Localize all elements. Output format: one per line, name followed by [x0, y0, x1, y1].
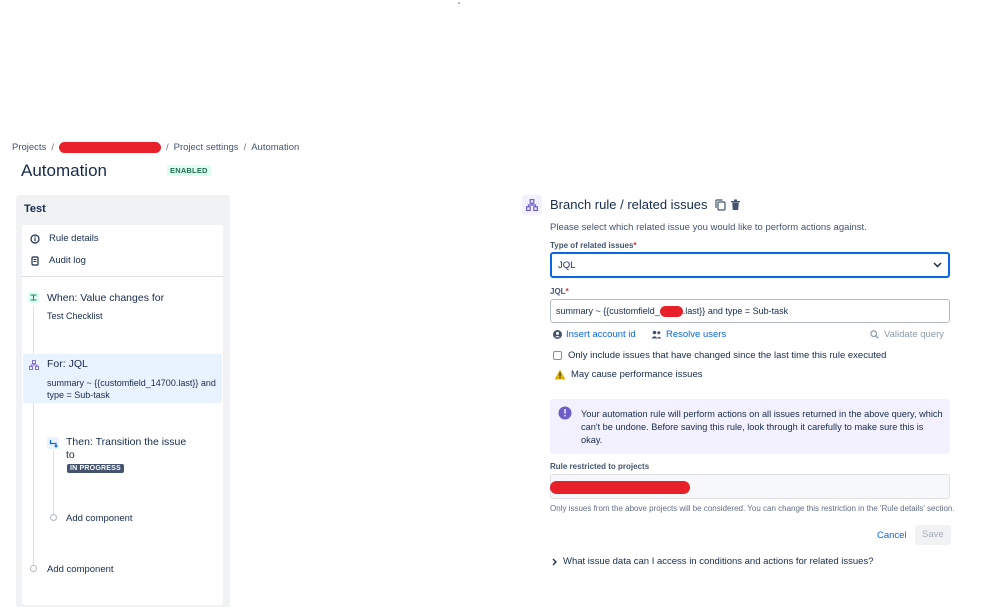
add-component-dot-inner — [50, 514, 57, 521]
rule-rail — [33, 306, 34, 568]
trigger-step-subtitle: Test Checklist — [47, 311, 103, 321]
rule-name[interactable]: Test — [24, 203, 46, 215]
warning-icon — [554, 369, 566, 380]
redacted-project-list — [550, 481, 690, 494]
cancel-button[interactable]: Cancel — [872, 527, 912, 544]
insert-account-id-label: Insert account id — [566, 329, 636, 340]
branch-panel-title: Branch rule / related issues — [550, 197, 741, 212]
validate-query-button[interactable]: Validate query — [870, 329, 944, 340]
search-icon — [870, 330, 879, 339]
branch-panel-title-text: Branch rule / related issues — [550, 197, 708, 212]
audit-log-label: Audit log — [49, 255, 86, 266]
chevron-down-icon — [933, 262, 942, 268]
info-circle-icon — [30, 233, 40, 244]
jql-prefix: summary ~ {{customfield_ — [556, 306, 660, 316]
rule-details-item[interactable]: Rule details — [30, 233, 99, 244]
add-component-inner[interactable]: Add component — [66, 513, 133, 524]
breadcrumb-projects[interactable]: Projects — [12, 142, 46, 153]
top-dot — [458, 2, 460, 4]
user-circle-icon — [553, 330, 562, 339]
validate-query-label: Validate query — [884, 329, 945, 340]
performance-warning: May cause performance issues — [554, 369, 702, 380]
changed-only-label: Only include issues that have changed si… — [568, 350, 887, 361]
issue-data-expander-label: What issue data can I access in conditio… — [563, 556, 874, 567]
jql-input[interactable]: summary ~ {{customfield_ .last}} and typ… — [550, 299, 950, 323]
in-progress-badge: IN PROGRESS — [67, 464, 124, 473]
info-message-text: Your automation rule will perform action… — [581, 409, 943, 445]
trash-icon[interactable] — [730, 199, 741, 211]
breadcrumb-project-settings[interactable]: Project settings — [174, 142, 239, 153]
branch-rule-icon — [522, 195, 542, 215]
rule-details-label: Rule details — [49, 233, 99, 244]
page-title: Automation — [21, 161, 107, 180]
branch-step-title: For: JQL — [47, 358, 88, 370]
redacted-field-id — [659, 305, 683, 317]
redacted-project-name — [58, 142, 161, 153]
jql-field-label: JQL* — [550, 287, 569, 296]
menu-divider — [22, 276, 223, 277]
changed-only-checkbox[interactable] — [553, 351, 562, 360]
status-badge: ENABLED — [167, 165, 211, 176]
copy-icon[interactable] — [714, 198, 726, 211]
performance-warning-text: May cause performance issues — [571, 369, 703, 380]
trigger-step-title[interactable]: When: Value changes for — [47, 292, 164, 304]
document-icon — [30, 255, 40, 266]
jql-suffix: .last}} and type = Sub-task — [682, 306, 789, 316]
restricted-projects-helper: Only issues from the above projects will… — [550, 504, 955, 513]
audit-log-item[interactable]: Audit log — [30, 255, 86, 266]
transition-icon — [47, 437, 59, 449]
chevron-right-icon — [552, 558, 557, 566]
breadcrumb: Projects / / Project settings / Automati… — [12, 142, 300, 153]
rule-card — [22, 225, 223, 605]
branch-icon — [28, 359, 39, 370]
issue-data-expander[interactable]: What issue data can I access in conditio… — [552, 556, 874, 567]
branch-panel-description: Please select which related issue you wo… — [550, 222, 867, 233]
branch-rail — [53, 451, 54, 515]
resolve-users-button[interactable]: Resolve users — [651, 329, 726, 340]
users-icon — [651, 330, 662, 339]
related-issues-type-value: JQL — [558, 259, 576, 271]
resolve-users-label: Resolve users — [666, 329, 727, 340]
related-issues-type-select[interactable]: JQL — [550, 252, 950, 278]
add-component-dot-outer — [30, 565, 37, 572]
trigger-icon — [28, 292, 39, 303]
restricted-projects-label: Rule restricted to projects — [550, 462, 650, 471]
action-step-title-line1[interactable]: Then: Transition the issue — [66, 436, 186, 448]
branch-step-jql-line1: summary ~ {{customfield_14700.last}} and — [47, 378, 216, 388]
action-step-title-line2: to — [66, 449, 75, 461]
type-field-label: Type of related issues* — [550, 241, 637, 250]
save-button[interactable]: Save — [915, 525, 951, 545]
changed-only-option: Only include issues that have changed si… — [553, 350, 886, 361]
insert-account-id-button[interactable]: Insert account id — [553, 329, 636, 340]
add-component-outer[interactable]: Add component — [47, 564, 114, 575]
branch-step-jql-line2: type = Sub-task — [47, 390, 110, 400]
info-icon — [558, 406, 572, 420]
breadcrumb-automation[interactable]: Automation — [251, 142, 299, 153]
